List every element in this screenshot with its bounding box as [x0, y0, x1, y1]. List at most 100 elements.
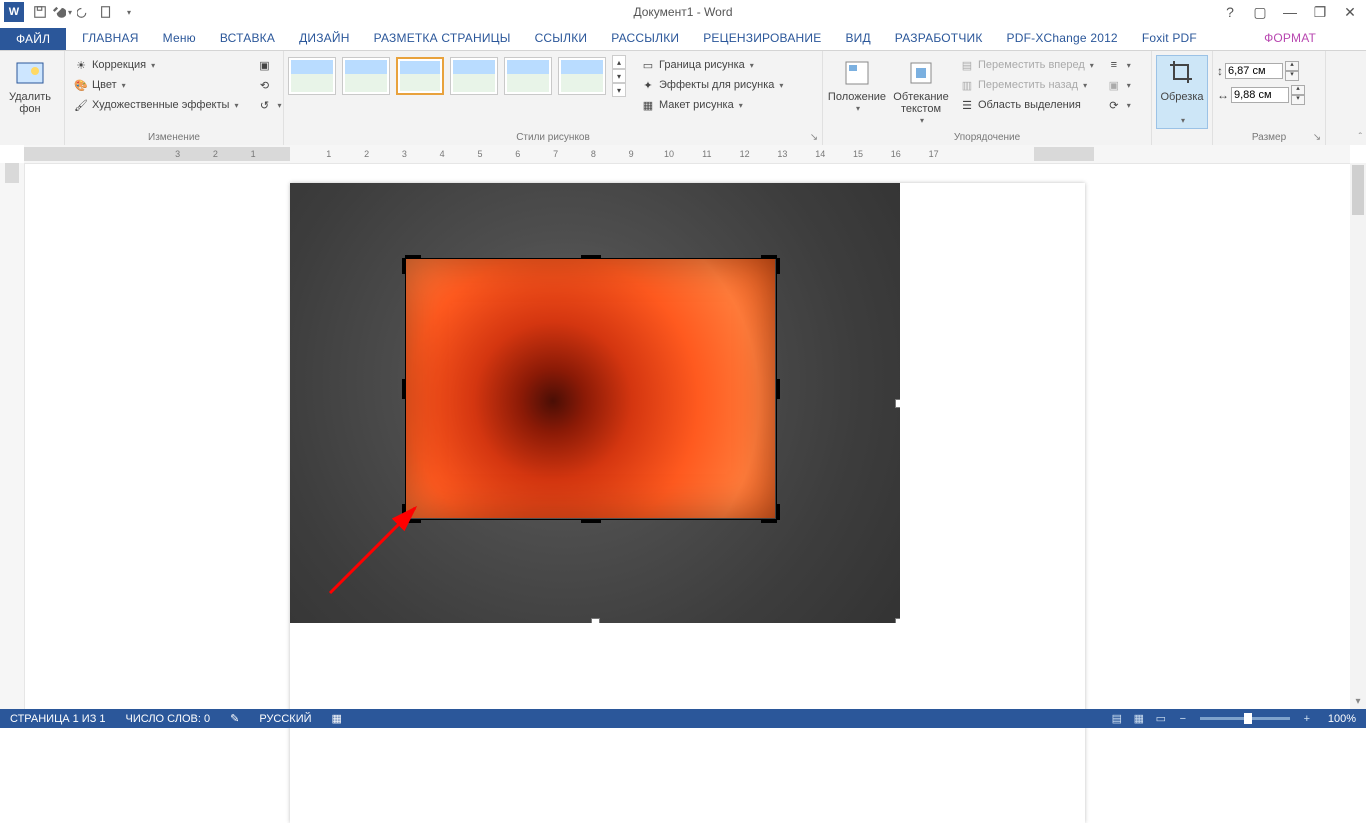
rotate-button[interactable]: ⟳▾	[1102, 95, 1135, 115]
horizontal-ruler[interactable]: 3211234567891011121314151617	[24, 145, 1350, 164]
zoom-slider[interactable]	[1200, 717, 1290, 720]
close-button[interactable]: ✕	[1338, 2, 1362, 22]
tab-menu[interactable]: Меню	[151, 27, 208, 50]
tab-file[interactable]: ФАЙЛ	[0, 28, 66, 50]
redo-icon[interactable]	[74, 2, 94, 22]
selection-pane-button[interactable]: ☰Область выделения	[955, 95, 1098, 115]
height-spinner[interactable]: ▴▾	[1285, 61, 1299, 81]
group-button[interactable]: ▣▾	[1102, 75, 1135, 95]
tab-view[interactable]: ВИД	[833, 27, 882, 50]
tab-format[interactable]: ФОРМАТ	[1252, 27, 1366, 50]
ruler-tick: 1	[324, 147, 334, 161]
scroll-down-icon[interactable]: ▾	[1350, 693, 1366, 709]
new-doc-icon[interactable]	[96, 2, 116, 22]
tab-review[interactable]: РЕЦЕНЗИРОВАНИЕ	[691, 27, 833, 50]
picture-layout-button[interactable]: ▦Макет рисунка▾	[636, 95, 787, 115]
view-web-icon[interactable]: ▭	[1150, 709, 1172, 728]
position-button[interactable]: Положение▾	[827, 55, 887, 117]
style-thumb-1[interactable]	[288, 57, 336, 95]
styles-dialog-launcher[interactable]: ↘	[808, 131, 820, 143]
status-page[interactable]: СТРАНИЦА 1 ИЗ 1	[0, 713, 116, 725]
style-thumb-5[interactable]	[504, 57, 552, 95]
crop-handle-tl[interactable]	[405, 255, 421, 259]
send-backward-button[interactable]: ▥Переместить назад▾	[955, 75, 1098, 95]
tab-design[interactable]: ДИЗАЙН	[287, 27, 362, 50]
corrections-button[interactable]: ☀Коррекция▾	[69, 55, 242, 75]
save-icon[interactable]	[30, 2, 50, 22]
artistic-button[interactable]: 🖌Художественные эффекты▾	[69, 95, 242, 115]
width-spinner[interactable]: ▴▾	[1291, 85, 1305, 105]
crop-handle-top[interactable]	[581, 255, 601, 259]
quick-access-toolbar: W ▾ ▾	[0, 2, 138, 22]
view-read-icon[interactable]: ▤	[1106, 709, 1128, 728]
compress-button[interactable]: ▣	[252, 55, 285, 75]
help-button[interactable]: ?	[1218, 2, 1242, 22]
tab-page-layout[interactable]: РАЗМЕТКА СТРАНИЦЫ	[362, 27, 523, 50]
style-thumb-4[interactable]	[450, 57, 498, 95]
style-thumb-3[interactable]	[396, 57, 444, 95]
crop-handle-bl[interactable]	[405, 519, 421, 523]
crop-frame[interactable]	[405, 258, 777, 520]
ruler-tick: 17	[929, 147, 939, 161]
tab-insert[interactable]: ВСТАВКА	[208, 27, 287, 50]
picture[interactable]	[290, 183, 900, 623]
sel-handle-br[interactable]	[895, 618, 900, 623]
tab-pdf-xchange[interactable]: PDF-XChange 2012	[995, 27, 1130, 50]
crop-handle-bl-v[interactable]	[402, 504, 406, 520]
crop-handle-left[interactable]	[402, 379, 406, 399]
ruler-tick: 5	[475, 147, 485, 161]
status-proofing-icon[interactable]: ✎	[220, 712, 249, 725]
picture-effects-button[interactable]: ✦Эффекты для рисунка▾	[636, 75, 787, 95]
tab-developer[interactable]: РАЗРАБОТЧИК	[883, 27, 995, 50]
zoom-level[interactable]: 100%	[1318, 713, 1366, 725]
width-input[interactable]	[1231, 87, 1289, 103]
remove-bg-button[interactable]: Удалить фон	[4, 55, 56, 117]
color-button[interactable]: 🎨Цвет▾	[69, 75, 242, 95]
align-button[interactable]: ≡▾	[1102, 55, 1135, 75]
status-macro-icon[interactable]: ▦	[322, 712, 352, 725]
crop-handle-br-v[interactable]	[776, 504, 780, 520]
scroll-thumb[interactable]	[1352, 165, 1364, 215]
change-pic-button[interactable]: ⟲	[252, 75, 285, 95]
ruler-tick: 12	[740, 147, 750, 161]
ribbon-display-button[interactable]: ▢	[1248, 2, 1272, 22]
height-input[interactable]	[1225, 63, 1283, 79]
document-area: 3211234567891011121314151617 ▴	[0, 145, 1366, 709]
picture-border-button[interactable]: ▭Граница рисунка▾	[636, 55, 787, 75]
style-thumb-2[interactable]	[342, 57, 390, 95]
reset-pic-button[interactable]: ↺▾	[252, 95, 285, 115]
zoom-in-button[interactable]: +	[1296, 709, 1318, 728]
crop-handle-tr-v[interactable]	[776, 258, 780, 274]
minimize-button[interactable]: —	[1278, 2, 1302, 22]
style-thumb-6[interactable]	[558, 57, 606, 95]
zoom-thumb[interactable]	[1244, 713, 1252, 724]
crop-handle-tr[interactable]	[761, 255, 777, 259]
style-gallery[interactable]: ▴▾▾	[288, 55, 626, 97]
zoom-out-button[interactable]: −	[1172, 709, 1194, 728]
tab-home[interactable]: ГЛАВНАЯ	[70, 27, 150, 50]
collapse-ribbon-button[interactable]: ˆ	[1359, 132, 1362, 143]
selection-label: Область выделения	[978, 99, 1081, 111]
bring-forward-button[interactable]: ▤Переместить вперед▾	[955, 55, 1098, 75]
view-print-icon[interactable]: ▦	[1128, 709, 1150, 728]
tab-foxit[interactable]: Foxit PDF	[1130, 27, 1209, 50]
vertical-scrollbar[interactable]: ▴ ▾	[1350, 163, 1366, 709]
gallery-scroll[interactable]: ▴▾▾	[612, 55, 626, 97]
maximize-button[interactable]: ❐	[1308, 2, 1332, 22]
tab-references[interactable]: ССЫЛКИ	[523, 27, 600, 50]
vertical-ruler[interactable]	[0, 163, 25, 709]
crop-handle-br[interactable]	[761, 519, 777, 523]
undo-icon[interactable]: ▾	[52, 2, 72, 22]
crop-handle-tl-v[interactable]	[402, 258, 406, 274]
size-dialog-launcher[interactable]: ↘	[1311, 131, 1323, 143]
qat-customize-icon[interactable]: ▾	[118, 2, 138, 22]
crop-handle-right[interactable]	[776, 379, 780, 399]
status-words[interactable]: ЧИСЛО СЛОВ: 0	[116, 713, 221, 725]
crop-button[interactable]: Обрезка▾	[1156, 55, 1208, 129]
crop-handle-bottom[interactable]	[581, 519, 601, 523]
sel-handle-mr[interactable]	[895, 399, 900, 408]
status-language[interactable]: РУССКИЙ	[249, 713, 321, 725]
sel-handle-mb[interactable]	[591, 618, 600, 623]
wrap-text-button[interactable]: Обтекание текстом▾	[891, 55, 951, 129]
tab-mailings[interactable]: РАССЫЛКИ	[599, 27, 691, 50]
